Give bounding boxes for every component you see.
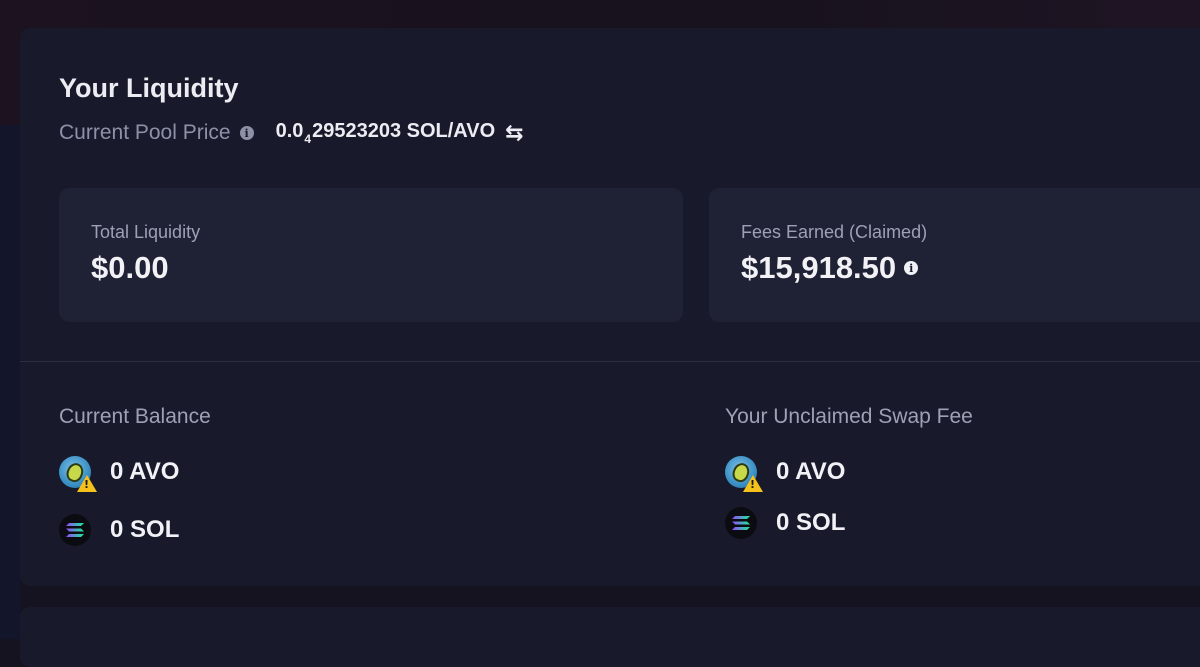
warning-icon [77,475,97,492]
pool-price-digits: 29523203 [312,120,402,142]
token-symbol: AVO [129,458,180,485]
token-amount-value: 0 [776,458,790,485]
current-balance-title: Current Balance [59,405,211,428]
current-balance-sol-row: 0 SOL [59,514,179,546]
avo-token-icon [725,456,763,492]
section-divider [20,361,1200,362]
pool-price-pair: SOL/AVO [406,120,496,142]
total-liquidity-box: Total Liquidity $0.00 [59,188,683,322]
token-amount-value: 0 [776,509,790,536]
avo-token-icon [59,456,97,492]
info-icon[interactable]: i [239,126,254,140]
token-symbol: AVO [795,458,846,485]
warning-icon [743,475,763,492]
fees-earned-amount: $15,918.50 [741,250,897,285]
current-balance-avo-row: 0 AVO [59,456,179,492]
unclaimed-fee-avo-row: 0 AVO [725,456,845,492]
page-side-background [0,125,20,639]
token-amount-value: 0 [110,516,124,543]
sol-token-icon [725,507,757,539]
pool-price-value: 0.0429523203 SOL/AVO [276,120,496,146]
pool-price-prefix: 0.0 [275,120,304,142]
sol-token-icon [59,514,91,546]
token-amount: 0 SOL [776,509,845,537]
unclaimed-fee-title: Your Unclaimed Swap Fee [725,405,973,428]
token-amount: 0 AVO [776,458,845,486]
unclaimed-fee-sol-row: 0 SOL [725,507,845,539]
liquidity-card: Your Liquidity Current Pool Price i 0.04… [20,28,1200,586]
pool-price-row: Current Pool Price i 0.0429523203 SOL/AV… [59,120,524,146]
fees-earned-value: $15,918.50 i [741,250,919,286]
token-amount: 0 SOL [110,516,179,544]
fees-earned-box: Fees Earned (Claimed) $15,918.50 i [709,188,1200,322]
token-amount: 0 AVO [110,458,179,486]
swap-direction-icon[interactable]: ⇆ [505,120,523,146]
total-liquidity-value: $0.00 [91,250,169,286]
next-card [20,607,1200,667]
token-symbol: SOL [130,516,180,543]
pool-price-zero-count: 4 [304,132,312,146]
fees-earned-label: Fees Earned (Claimed) [741,222,928,242]
liquidity-title: Your Liquidity [59,73,239,103]
total-liquidity-amount: $0.00 [91,250,169,285]
pool-price-label: Current Pool Price [59,121,231,144]
total-liquidity-label: Total Liquidity [91,222,201,242]
token-amount-value: 0 [110,458,124,485]
info-icon[interactable]: i [904,261,919,275]
token-symbol: SOL [796,509,846,536]
